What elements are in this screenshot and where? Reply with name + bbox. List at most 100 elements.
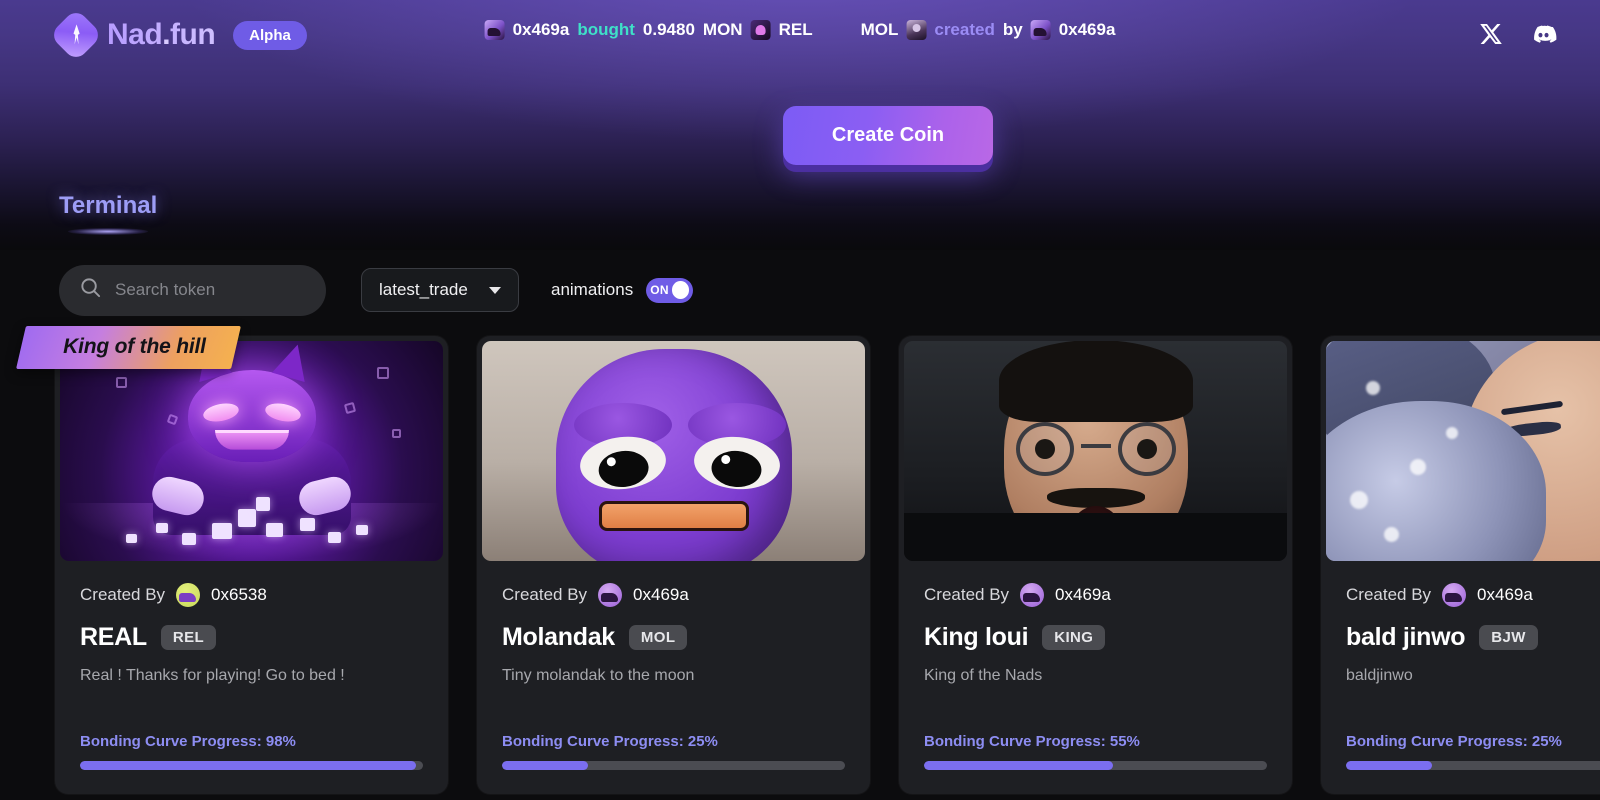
art-snowflake bbox=[1410, 459, 1426, 475]
toggle-knob bbox=[671, 281, 690, 299]
progress-fill bbox=[1346, 761, 1432, 770]
progress-fill bbox=[924, 761, 1113, 770]
token-image-shocked-man bbox=[904, 341, 1287, 561]
art-sparkle bbox=[377, 367, 389, 379]
token-name-row: King loui KING bbox=[924, 623, 1267, 652]
chevron-down-icon bbox=[489, 286, 501, 294]
animations-toggle-state: ON bbox=[650, 283, 669, 297]
art-mustache bbox=[1046, 488, 1145, 509]
art-cube bbox=[256, 497, 270, 511]
page-header: Nad.fun Alpha 0x469a bought 0.9480 MON R… bbox=[0, 0, 1600, 250]
creator-address[interactable]: 0x469a bbox=[1055, 585, 1111, 605]
token-card[interactable]: Created By 0x469a King loui KING King of… bbox=[899, 336, 1292, 794]
brand-name-part1: Nad bbox=[107, 18, 163, 51]
bonding-curve-progress-label: Bonding Curve Progress: 25% bbox=[502, 733, 718, 750]
ticker-action-bought: bought bbox=[577, 20, 635, 39]
king-of-the-hill-label: King of the hill bbox=[63, 335, 206, 358]
progress-fill bbox=[502, 761, 588, 770]
search-input[interactable] bbox=[115, 280, 306, 300]
animations-control: animations ON bbox=[551, 277, 694, 303]
avatar bbox=[598, 583, 623, 607]
progress-fill bbox=[80, 761, 417, 770]
ticker-amount: 0.9480 bbox=[642, 20, 695, 39]
art-snowflake bbox=[1384, 527, 1399, 542]
token-icon bbox=[750, 20, 771, 40]
sort-dropdown[interactable]: latest_trade bbox=[361, 268, 519, 312]
creator-address[interactable]: 0x469a bbox=[1477, 585, 1533, 605]
progress-track bbox=[924, 761, 1267, 770]
create-coin-button[interactable]: Create Coin bbox=[783, 106, 993, 165]
art-sparkle bbox=[343, 401, 357, 415]
token-card-info: Created By 0x469a Molandak MOL Tiny mola… bbox=[477, 561, 870, 685]
creator-address[interactable]: 0x6538 bbox=[211, 585, 267, 605]
progress-track bbox=[502, 761, 845, 770]
token-image-anime-character bbox=[1326, 341, 1600, 561]
art-iris bbox=[1034, 439, 1055, 460]
token-symbol-chip: BJW bbox=[1479, 625, 1538, 650]
art-cube bbox=[300, 518, 315, 531]
bonding-curve-progress: Bonding Curve Progress: 25% bbox=[1346, 733, 1600, 770]
art-plush-body bbox=[555, 349, 792, 561]
token-creator: Created By 0x6538 bbox=[80, 583, 423, 607]
token-creator: Created By 0x469a bbox=[502, 583, 845, 607]
token-description: Real ! Thanks for playing! Go to bed ! bbox=[80, 667, 345, 684]
ticker-address-2: 0x469a bbox=[1058, 20, 1116, 39]
art-cube bbox=[126, 534, 137, 543]
token-card[interactable]: Created By 0x469a bald jinwo BJW baldjin… bbox=[1321, 336, 1600, 794]
discord-icon[interactable] bbox=[1528, 19, 1558, 49]
created-by-label: Created By bbox=[80, 585, 166, 604]
brand-name: Nad.fun bbox=[107, 18, 215, 52]
token-name-row: Molandak MOL bbox=[502, 623, 845, 652]
token-name: REAL bbox=[80, 623, 147, 651]
brand-logo[interactable]: Nad.fun Alpha bbox=[49, 8, 307, 62]
x-twitter-icon[interactable] bbox=[1476, 19, 1506, 49]
bonding-curve-progress-label: Bonding Curve Progress: 55% bbox=[924, 733, 1140, 750]
art-cube bbox=[356, 525, 368, 535]
user-avatar-icon bbox=[484, 20, 505, 40]
king-of-the-hill-badge: King of the hill bbox=[16, 326, 241, 369]
brand-name-dot: . bbox=[162, 18, 171, 51]
token-card-info: Created By 0x469a bald jinwo BJW baldjin… bbox=[1321, 561, 1600, 685]
token-card-list: King of the hill Created By 0x6538 REAL … bbox=[0, 326, 1600, 800]
diamond-sparkle-icon bbox=[49, 8, 103, 62]
token-image-purple-plush bbox=[482, 341, 865, 561]
token-description: Tiny molandak to the moon bbox=[502, 667, 695, 684]
art-goblin-eye bbox=[201, 400, 240, 425]
creator-address[interactable]: 0x469a bbox=[633, 585, 689, 605]
progress-track bbox=[80, 761, 423, 770]
search-icon bbox=[79, 276, 102, 304]
art-snowflake bbox=[1446, 427, 1458, 439]
token-name: Molandak bbox=[502, 623, 615, 651]
ticker-currency: MON bbox=[702, 20, 743, 39]
ticker-address: 0x469a bbox=[512, 20, 570, 39]
token-name-row: REAL REL bbox=[80, 623, 423, 652]
ticker-event-created[interactable]: MOL created by 0x469a bbox=[861, 20, 1116, 40]
art-snowflake bbox=[1350, 491, 1368, 509]
token-symbol-chip: REL bbox=[160, 625, 217, 650]
token-name: King loui bbox=[924, 623, 1029, 651]
token-card[interactable]: King of the hill Created By 0x6538 REAL … bbox=[16, 326, 448, 794]
art-shoulders bbox=[904, 513, 1287, 561]
search-token-field[interactable] bbox=[59, 264, 326, 316]
art-plush-pupil bbox=[596, 448, 650, 490]
top-navigation-bar: Nad.fun Alpha 0x469a bought 0.9480 MON R… bbox=[0, 0, 1600, 70]
created-by-label: Created By bbox=[502, 585, 588, 604]
ticker-event-bought[interactable]: 0x469a bought 0.9480 MON REL bbox=[484, 20, 813, 40]
art-cube bbox=[328, 532, 341, 543]
brand-name-part2: fun bbox=[170, 18, 216, 51]
token-creator: Created By 0x469a bbox=[1346, 583, 1600, 607]
animations-toggle[interactable]: ON bbox=[646, 277, 694, 303]
token-name-row: bald jinwo BJW bbox=[1346, 623, 1600, 652]
user-avatar-icon bbox=[1030, 20, 1051, 40]
art-cube bbox=[182, 533, 196, 545]
created-by-label: Created By bbox=[924, 585, 1010, 604]
bonding-curve-progress-label: Bonding Curve Progress: 98% bbox=[80, 733, 296, 750]
token-name: bald jinwo bbox=[1346, 623, 1466, 651]
token-description: baldjinwo bbox=[1346, 667, 1413, 684]
tab-terminal[interactable]: Terminal bbox=[59, 192, 157, 235]
token-symbol-chip: MOL bbox=[628, 625, 688, 650]
bonding-curve-progress: Bonding Curve Progress: 25% bbox=[502, 733, 845, 770]
token-card[interactable]: Created By 0x469a Molandak MOL Tiny mola… bbox=[477, 336, 870, 794]
token-card-info: Created By 0x469a King loui KING King of… bbox=[899, 561, 1292, 685]
bonding-curve-progress: Bonding Curve Progress: 55% bbox=[924, 733, 1267, 770]
